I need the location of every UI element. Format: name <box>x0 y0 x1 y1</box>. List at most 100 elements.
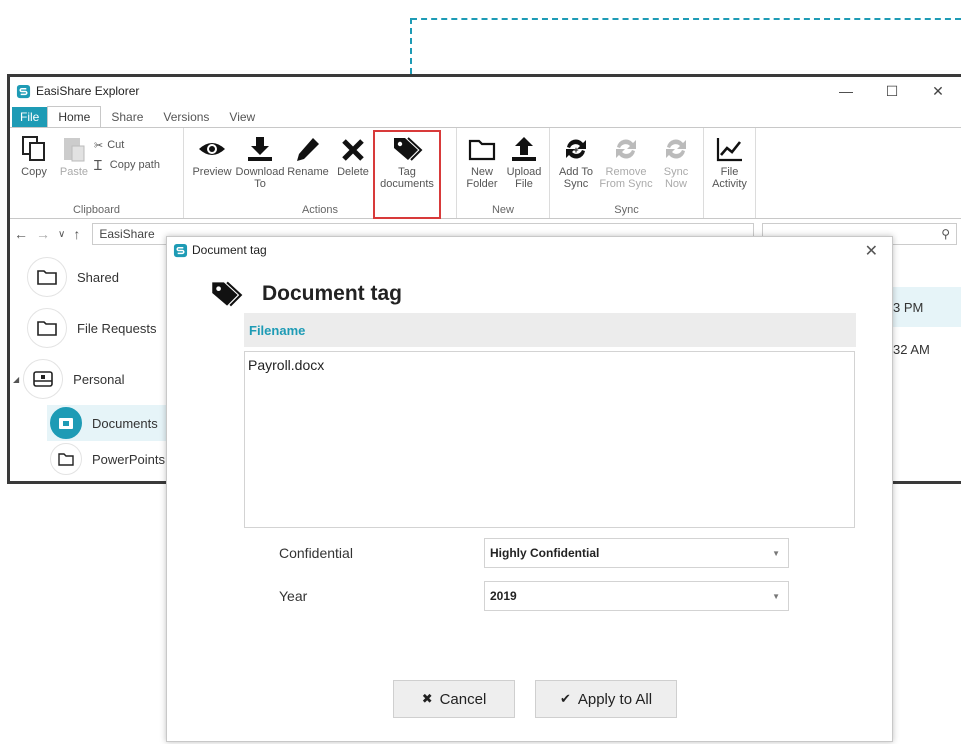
sidebar-item-file-requests[interactable]: File Requests <box>27 308 156 348</box>
tab-home[interactable]: Home <box>47 106 102 127</box>
actions-group-label: Actions <box>301 204 339 216</box>
activity-group: File Activity <box>704 128 756 218</box>
up-arrow-icon[interactable]: ↑ <box>73 226 80 242</box>
delete-x-icon <box>342 139 364 161</box>
upload-file-label: Upload File <box>506 166 542 190</box>
sidebar-item-label: PowerPoints <box>92 451 165 467</box>
apply-label: Apply to All <box>577 690 653 708</box>
sidebar: Shared File Requests ◢ Personal Document… <box>10 255 170 481</box>
tag-documents-label: Tag documents <box>380 166 434 190</box>
confidential-field: Confidential Highly Confidential ▼ <box>279 538 789 568</box>
dialog-title-bar: Document tag <box>167 237 892 263</box>
title-bar: EasiShare Explorer — ☐ ✕ <box>10 77 961 105</box>
x-icon: ✖ <box>421 691 433 706</box>
table-row[interactable]: 32 AM <box>890 329 961 369</box>
app-logo-icon <box>16 84 31 98</box>
folder-icon <box>468 139 496 161</box>
sidebar-item-label: File Requests <box>77 320 157 336</box>
cut-label: Cut <box>107 139 125 151</box>
confidential-select[interactable]: Highly Confidential ▼ <box>484 538 789 568</box>
tab-view[interactable]: View <box>219 107 265 127</box>
expand-triangle-icon[interactable]: ◢ <box>13 375 19 384</box>
year-field: Year 2019 ▼ <box>279 581 789 611</box>
new-group-label: New <box>491 204 514 216</box>
modified-time: 3 PM <box>893 299 924 315</box>
folder-icon <box>27 257 67 297</box>
ribbon-tabs: File Home Share Versions View <box>10 105 961 127</box>
remove-from-sync-label: Remove From Sync <box>599 166 653 190</box>
file-activity-button[interactable]: File Activity <box>708 131 751 218</box>
cancel-button[interactable]: ✖ Cancel <box>393 680 515 718</box>
year-select[interactable]: 2019 ▼ <box>484 581 789 611</box>
callout-line <box>411 18 961 20</box>
dialog-window-title: Document tag <box>192 243 267 257</box>
cut-button[interactable]: ✂ Cut <box>94 135 160 155</box>
dropdown-caret-icon: ▼ <box>772 548 780 558</box>
sync-remove-icon <box>616 139 636 159</box>
preview-label: Preview <box>192 166 232 178</box>
tag-icon <box>394 137 423 161</box>
maximize-button[interactable]: ☐ <box>869 77 915 105</box>
pencil-icon <box>297 138 319 161</box>
chevron-down-icon[interactable]: ∨ <box>58 229 65 240</box>
new-folder-label: New Folder <box>466 166 498 190</box>
tab-file[interactable]: File <box>12 107 48 127</box>
filename-column-header[interactable]: Filename <box>244 313 856 347</box>
modified-time: 32 AM <box>893 341 930 357</box>
folder-icon <box>27 308 67 348</box>
sync-group-label: Sync <box>614 204 639 216</box>
apply-to-all-button[interactable]: ✔ Apply to All <box>535 680 677 718</box>
tab-share[interactable]: Share <box>101 107 153 127</box>
svg-text:+: + <box>573 145 578 155</box>
text-cursor-icon: Ɪ <box>94 156 102 173</box>
paste-label: Paste <box>59 166 89 178</box>
sync-add-icon: + <box>566 139 586 159</box>
clipboard-group: Copy Paste ✂ Cut Ɪ Copy path Clipboard <box>10 128 184 218</box>
close-button[interactable]: ✕ <box>915 77 961 105</box>
back-arrow-icon[interactable]: ← <box>14 226 28 242</box>
sidebar-item-shared[interactable]: Shared <box>27 257 119 297</box>
table-row[interactable]: 3 PM <box>890 287 961 327</box>
paste-icon <box>64 138 85 162</box>
sync-now-label: Sync Now <box>663 166 689 190</box>
app-logo-icon <box>173 243 188 257</box>
minimize-button[interactable]: — <box>823 77 869 105</box>
scissors-icon: ✂ <box>94 139 104 152</box>
sidebar-item-documents[interactable]: Documents <box>47 405 170 441</box>
select-value: 2019 <box>490 589 517 603</box>
sidebar-item-label: Documents <box>92 415 158 431</box>
dialog-heading-text: Document tag <box>262 282 403 305</box>
sidebar-item-label: Shared <box>77 269 119 285</box>
dialog-close-button[interactable]: ✕ <box>865 241 878 261</box>
sidebar-item-powerpoints[interactable]: PowerPoints <box>50 443 165 475</box>
field-label: Year <box>279 588 308 604</box>
tab-versions[interactable]: Versions <box>153 107 219 127</box>
drive-icon <box>23 359 64 399</box>
checkmark-icon: ✔ <box>559 691 571 706</box>
download-icon <box>248 137 272 161</box>
new-group: New Folder Upload File New <box>457 128 550 218</box>
cancel-label: Cancel <box>439 690 487 708</box>
file-activity-label: File Activity <box>712 166 747 190</box>
ribbon: Copy Paste ✂ Cut Ɪ Copy path Clipboard Pre… <box>10 127 961 219</box>
file-list: Payroll.docx <box>244 351 855 528</box>
sync-icon <box>666 139 686 159</box>
clipboard-group-label: Clipboard <box>72 204 121 216</box>
breadcrumb-root[interactable]: EasiShare <box>99 227 154 241</box>
add-to-sync-label: Add To Sync <box>558 166 594 190</box>
list-item[interactable]: Payroll.docx <box>245 352 854 378</box>
dialog-heading: Document tag <box>208 279 402 309</box>
activity-chart-icon <box>716 138 742 162</box>
window-title: EasiShare Explorer <box>36 84 140 98</box>
delete-label: Delete <box>337 166 369 178</box>
upload-icon <box>512 137 536 161</box>
copy-path-button[interactable]: Ɪ Copy path <box>94 155 160 175</box>
tag-icon <box>212 281 243 307</box>
sidebar-item-personal[interactable]: ◢ Personal <box>13 359 124 399</box>
actions-group: Preview Download To Rename Delete Tag do… <box>184 128 457 219</box>
sync-group: + Add To Sync Remove From Sync Sync Now … <box>550 128 704 218</box>
forward-arrow-icon[interactable]: → <box>36 226 50 242</box>
document-tag-dialog: Document tag ✕ Document tag Filename Pay… <box>166 236 893 742</box>
folder-icon <box>50 443 82 475</box>
copy-path-label: Copy path <box>109 159 160 171</box>
